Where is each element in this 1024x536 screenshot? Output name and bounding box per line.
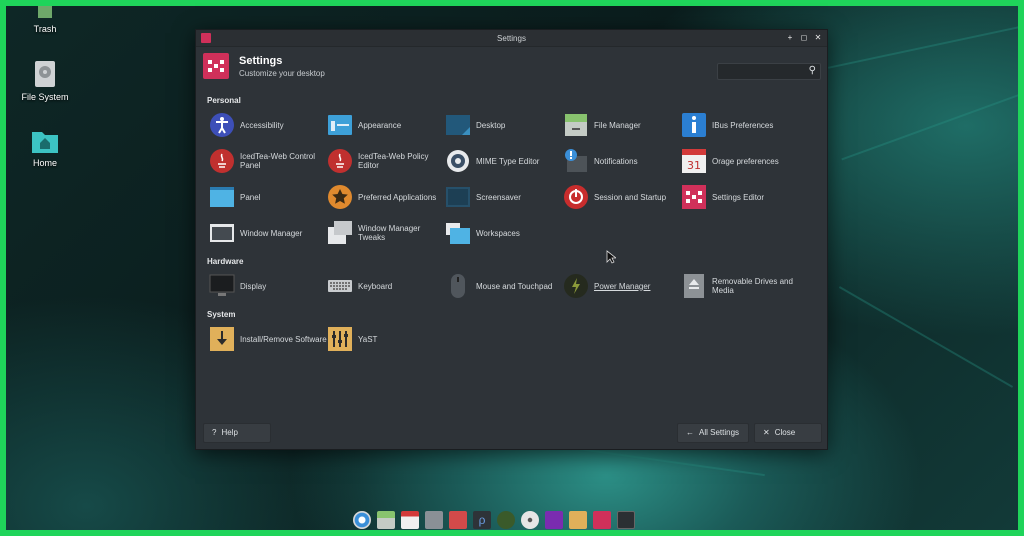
mouse-cursor-icon <box>606 250 616 264</box>
section-system: System <box>207 310 236 319</box>
media-icon[interactable] <box>545 511 563 529</box>
accessibility-icon <box>210 113 234 137</box>
title-bar[interactable]: Settings + ◻ ✕ <box>196 30 827 47</box>
screensaver-icon <box>446 187 470 207</box>
item-accessibility[interactable]: Accessibility <box>209 111 327 139</box>
item-power-manager[interactable]: Power Manager <box>563 272 681 300</box>
home-folder-icon <box>32 132 58 153</box>
browser-icon[interactable] <box>353 511 371 529</box>
item-ibus-preferences[interactable]: IBus Preferences <box>681 111 799 139</box>
item-window-manager[interactable]: Window Manager <box>209 219 327 247</box>
power-icon <box>564 185 588 209</box>
removable-drive-icon <box>684 274 704 298</box>
settings-editor-icon <box>682 185 706 209</box>
terminal-icon[interactable] <box>617 511 635 529</box>
item-panel[interactable]: Panel <box>209 183 327 211</box>
screenshot-icon[interactable] <box>449 511 467 529</box>
desktop-icon-label: Trash <box>33 24 57 34</box>
calendar-icon: 31 <box>682 149 706 173</box>
item-orage-preferences[interactable]: 31 Orage preferences <box>681 147 799 175</box>
item-settings-editor[interactable]: Settings Editor <box>681 183 799 211</box>
desktop-icon-label: File System <box>21 92 69 102</box>
settings-window: Settings + ◻ ✕ Settings Customize your d… <box>195 29 828 450</box>
help-icon: ? <box>212 428 217 437</box>
search-icon: ⚲ <box>808 65 816 76</box>
item-icedtea-policy-editor[interactable]: IcedTea-Web Policy Editor <box>327 147 445 175</box>
mouse-icon <box>451 274 465 298</box>
item-install-remove-software[interactable]: Install/Remove Software <box>209 325 327 353</box>
item-workspaces[interactable]: Workspaces <box>445 219 563 247</box>
panel-icon <box>210 187 234 207</box>
install-icon <box>210 327 234 351</box>
notifications-icon <box>565 149 587 172</box>
mime-gear-icon <box>447 150 469 172</box>
item-yast[interactable]: YaST <box>327 325 445 353</box>
package-icon[interactable]: ρ <box>473 511 491 529</box>
appearance-icon <box>328 115 352 135</box>
settings-app-icon <box>201 33 211 43</box>
close-window-button[interactable]: ✕ <box>812 32 824 44</box>
item-mime-type-editor[interactable]: MIME Type Editor <box>445 147 563 175</box>
power-manager-icon <box>564 274 588 298</box>
trash-icon <box>38 6 52 18</box>
file-manager-icon <box>565 114 587 136</box>
item-window-manager-tweaks[interactable]: Window Manager Tweaks <box>327 219 445 247</box>
star-icon <box>328 185 352 209</box>
settings-icon[interactable] <box>593 511 611 529</box>
window-title: Settings <box>497 34 526 43</box>
item-icedtea-control-panel[interactable]: IcedTea-Web Control Panel <box>209 147 327 175</box>
item-screensaver[interactable]: Screensaver <box>445 183 563 211</box>
item-preferred-applications[interactable]: Preferred Applications <box>327 183 445 211</box>
settings-header: Settings Customize your desktop <box>203 53 325 79</box>
desktop-icon-label: Home <box>32 158 57 168</box>
section-personal: Personal <box>207 96 241 105</box>
section-hardware: Hardware <box>207 257 244 266</box>
desktop-icon-home[interactable]: Home <box>6 128 85 168</box>
display-icon <box>209 274 235 296</box>
item-removable-drives[interactable]: Removable Drives and Media <box>681 272 799 300</box>
download-icon[interactable] <box>569 511 587 529</box>
desktop-icon-filesystem[interactable]: File System <box>6 60 85 102</box>
item-file-manager[interactable]: File Manager <box>563 111 681 139</box>
header-title: Settings <box>239 54 283 67</box>
drive-icon <box>35 61 55 87</box>
java-icon <box>210 149 234 173</box>
yast-icon <box>328 327 352 351</box>
files-icon[interactable] <box>377 511 395 529</box>
all-settings-button[interactable]: ← All Settings <box>677 423 749 443</box>
item-notifications[interactable]: Notifications <box>563 147 681 175</box>
item-keyboard[interactable]: Keyboard <box>327 272 445 300</box>
close-icon: ✕ <box>763 428 770 437</box>
owl-icon[interactable] <box>497 511 515 529</box>
maximize-button[interactable]: ◻ <box>798 32 810 44</box>
tasks-icon[interactable] <box>425 511 443 529</box>
java-icon <box>328 149 352 173</box>
calendar-icon[interactable] <box>401 511 419 529</box>
close-button[interactable]: ✕ Close <box>754 423 822 443</box>
taskbar: ρ <box>353 511 635 529</box>
keyboard-icon <box>328 280 352 292</box>
item-desktop[interactable]: Desktop <box>445 111 563 139</box>
calendar-day: 31 <box>687 159 701 172</box>
search-input[interactable]: ⚲ <box>717 63 821 80</box>
desktop-icon <box>446 115 470 135</box>
pin-button[interactable]: + <box>784 32 796 44</box>
window-manager-icon <box>210 224 234 242</box>
item-display[interactable]: Display <box>209 272 327 300</box>
item-session-and-startup[interactable]: Session and Startup <box>563 183 681 211</box>
window-tweaks-icon <box>328 221 352 244</box>
item-mouse-and-touchpad[interactable]: Mouse and Touchpad <box>445 272 563 300</box>
workspaces-icon <box>446 223 470 244</box>
desktop-icon-trash[interactable]: Trash <box>6 6 85 34</box>
header-subtitle: Customize your desktop <box>239 68 325 78</box>
help-button[interactable]: ? Help <box>203 423 271 443</box>
back-arrow-icon: ← <box>686 428 694 437</box>
ibus-icon <box>682 113 706 137</box>
settings-logo-icon <box>203 53 229 79</box>
item-appearance[interactable]: Appearance <box>327 111 445 139</box>
disc-icon[interactable] <box>521 511 539 529</box>
